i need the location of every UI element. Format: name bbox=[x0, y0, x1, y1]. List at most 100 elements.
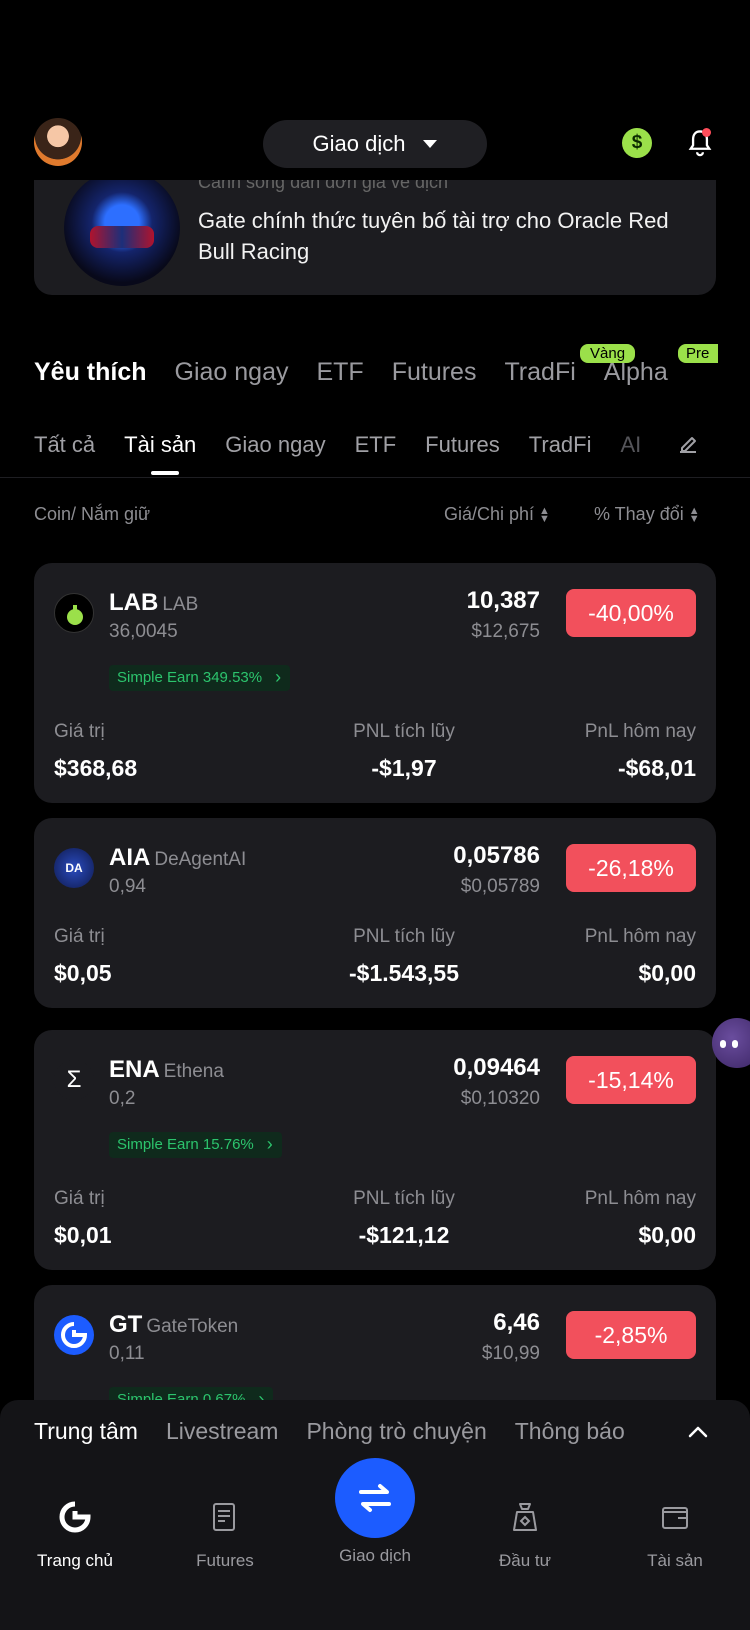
asset-cost: $0,05789 bbox=[460, 876, 540, 897]
asset-symbol: AIA DeAgentAI bbox=[109, 844, 247, 871]
asset-pnl-total: -$1,97 bbox=[371, 755, 437, 781]
asset-card-ena[interactable]: Σ ENA Ethena 0,2 0,09464 $0,10320 -15,14%… bbox=[34, 1030, 716, 1270]
asset-pnl-today: $0,00 bbox=[638, 960, 696, 986]
banner-faded-text: Cảnh sóng dẫn đơn giá vé dịch bbox=[198, 180, 448, 192]
asset-price: 6,46 bbox=[493, 1309, 540, 1336]
primary-tabs: Yêu thích Giao ngay ETF Futures TradFi A… bbox=[34, 358, 734, 394]
pnl-total-label: PNL tích lũy bbox=[353, 926, 455, 947]
ena-logo-icon: Σ bbox=[54, 1060, 94, 1100]
value-label: Giá trị bbox=[54, 721, 105, 742]
value-label: Giá trị bbox=[54, 1188, 105, 1209]
asset-symbol: LAB LAB bbox=[109, 589, 199, 616]
nav-label: Giao dịch bbox=[339, 1546, 411, 1565]
gt-logo-icon bbox=[54, 1315, 94, 1355]
dollar-icon[interactable]: $ bbox=[622, 128, 652, 158]
column-price-header[interactable]: Giá/Chi phí ▲ ▼ bbox=[444, 504, 550, 525]
subtab-tradfi[interactable]: TradFi bbox=[529, 432, 592, 464]
caret-down-icon bbox=[423, 140, 438, 148]
asset-pnl-today: $0,00 bbox=[638, 1222, 696, 1248]
invest-icon bbox=[513, 1503, 537, 1531]
active-tab-indicator bbox=[151, 471, 179, 475]
secondary-tabs: Tất cả Tài sản Giao ngay ETF Futures Tra… bbox=[34, 432, 674, 464]
pnl-total-label: PNL tích lũy bbox=[353, 1188, 455, 1209]
asset-cost: $12,675 bbox=[471, 621, 540, 642]
change-header-label: % Thay đổi bbox=[594, 504, 684, 524]
lab-logo-icon bbox=[54, 593, 94, 633]
tab-announcements[interactable]: Thông báo bbox=[515, 1418, 625, 1445]
asset-card-aia[interactable]: DA AIA DeAgentAI 0,94 0,05786 $0,05789 -2… bbox=[34, 818, 716, 1008]
asset-price: 10,387 bbox=[466, 587, 540, 614]
pre-badge: Pre bbox=[678, 344, 718, 363]
pnl-today-label: PnL hôm nay bbox=[584, 926, 696, 947]
tab-futures[interactable]: Futures bbox=[392, 358, 477, 394]
asset-pnl-total: -$1.543,55 bbox=[349, 960, 459, 986]
asset-cost: $10,99 bbox=[481, 1343, 540, 1364]
column-change-header[interactable]: % Thay đổi ▲ ▼ bbox=[594, 504, 700, 525]
asset-value: $368,68 bbox=[54, 755, 138, 781]
asset-pnl-today: -$68,01 bbox=[617, 755, 696, 781]
change-badge: -15,14% bbox=[566, 1056, 696, 1104]
asset-price: 0,05786 bbox=[453, 842, 540, 869]
change-badge: -40,00% bbox=[566, 589, 696, 637]
tab-chatroom[interactable]: Phòng trò chuyện bbox=[306, 1418, 486, 1445]
subtab-spot[interactable]: Giao ngay bbox=[225, 432, 325, 464]
nav-assets[interactable]: Tài sản bbox=[620, 1500, 730, 1571]
nav-home[interactable]: Trang chủ bbox=[20, 1500, 130, 1571]
nav-futures[interactable]: Futures bbox=[170, 1500, 280, 1571]
subtab-etf[interactable]: ETF bbox=[355, 432, 397, 464]
price-header-label: Giá/Chi phí bbox=[444, 504, 535, 524]
mode-label: Giao dịch bbox=[312, 131, 406, 156]
tab-livestream[interactable]: Livestream bbox=[166, 1418, 278, 1445]
change-badge: -26,18% bbox=[566, 844, 696, 892]
asset-value: $0,05 bbox=[54, 960, 112, 986]
change-badge: -2,85% bbox=[566, 1311, 696, 1359]
column-coin-header: Coin/ Nắm giữ bbox=[34, 504, 151, 524]
sort-icon: ▲ ▼ bbox=[539, 505, 550, 526]
racing-car-image bbox=[64, 180, 180, 286]
subtab-assets[interactable]: Tài sản bbox=[124, 432, 196, 464]
asset-holding: 0,2 bbox=[109, 1088, 136, 1109]
notification-dot bbox=[702, 128, 711, 137]
asset-card-lab[interactable]: LAB LAB 36,0045 10,387 $12,675 -40,00% Si… bbox=[34, 563, 716, 803]
asset-holding: 0,11 bbox=[109, 1343, 145, 1364]
subtab-all[interactable]: Tất cả bbox=[34, 432, 95, 464]
nav-invest[interactable]: Đầu tư bbox=[470, 1500, 580, 1571]
chat-bubble-icon[interactable] bbox=[712, 1018, 750, 1068]
home-icon bbox=[59, 1501, 91, 1533]
subtab-futures[interactable]: Futures bbox=[425, 432, 500, 464]
tab-favorites[interactable]: Yêu thích bbox=[34, 358, 147, 394]
asset-symbol: GT GateToken bbox=[109, 1311, 239, 1338]
pnl-today-label: PnL hôm nay bbox=[584, 721, 696, 742]
nav-label: Futures bbox=[196, 1551, 254, 1570]
tab-hub[interactable]: Trung tâm bbox=[34, 1418, 138, 1445]
tab-spot[interactable]: Giao ngay bbox=[175, 358, 289, 394]
wallet-icon bbox=[662, 1507, 688, 1529]
mode-selector[interactable]: Giao dịch bbox=[263, 120, 487, 168]
asset-holding: 0,94 bbox=[109, 876, 146, 897]
tab-tradfi[interactable]: TradFi bbox=[504, 358, 575, 394]
aia-logo-icon: DA bbox=[54, 848, 94, 888]
divider bbox=[0, 477, 750, 478]
chevron-up-icon[interactable] bbox=[686, 1420, 710, 1444]
gold-badge: Vàng bbox=[580, 344, 636, 363]
tab-alpha[interactable]: Alpha bbox=[604, 358, 668, 394]
avatar[interactable] bbox=[34, 118, 82, 166]
asset-holding: 36,0045 bbox=[109, 621, 178, 642]
simple-earn-tag[interactable]: Simple Earn 15.76% bbox=[109, 1131, 282, 1158]
asset-value: $0,01 bbox=[54, 1222, 112, 1248]
subtab-ai[interactable]: AI bbox=[621, 432, 642, 464]
nav-label: Đầu tư bbox=[498, 1551, 551, 1570]
nav-trade[interactable]: Giao dịch bbox=[320, 1500, 430, 1566]
sort-icon: ▲ ▼ bbox=[688, 505, 700, 526]
banner-text: Gate chính thức tuyên bố tài trợ cho Ora… bbox=[198, 208, 669, 264]
pnl-total-label: PNL tích lũy bbox=[353, 721, 455, 742]
asset-cost: $0,10320 bbox=[460, 1088, 540, 1109]
value-label: Giá trị bbox=[54, 926, 105, 947]
nav-label: Trang chủ bbox=[37, 1551, 113, 1570]
promo-banner[interactable]: Cảnh sóng dẫn đơn giá vé dịch Gate chính… bbox=[34, 180, 716, 295]
tab-etf[interactable]: ETF bbox=[316, 358, 363, 394]
nav-label: Tài sản bbox=[647, 1551, 703, 1570]
simple-earn-tag[interactable]: Simple Earn 349.53% bbox=[109, 664, 291, 691]
asset-pnl-total: -$121,12 bbox=[358, 1222, 450, 1248]
edit-icon[interactable] bbox=[676, 432, 700, 456]
